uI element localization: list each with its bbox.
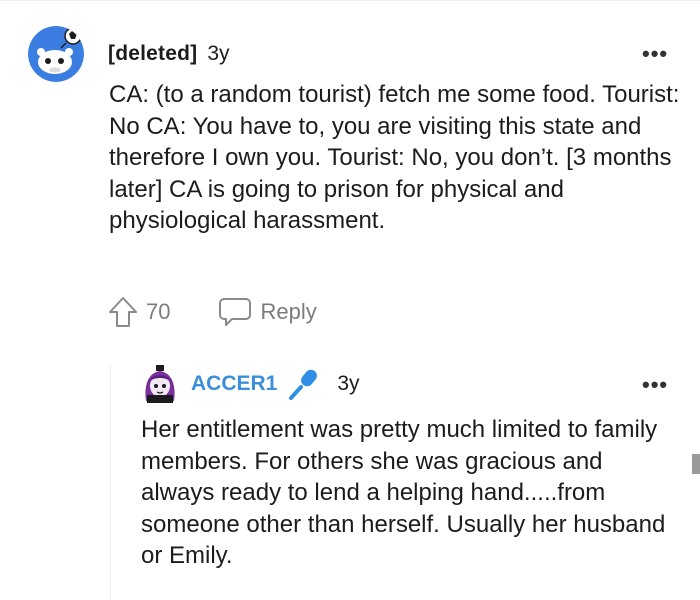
upvote-count: 70	[146, 299, 171, 324]
comment-author[interactable]: [deleted]	[108, 42, 197, 66]
snoo-avatar-icon[interactable]	[28, 26, 84, 82]
comment-thread: [deleted] 3y ••• CA: (to a random touris…	[0, 0, 700, 600]
comment-actions: 70 Reply	[108, 296, 317, 328]
reply-author[interactable]: ACCER1	[191, 372, 277, 396]
microphone-icon	[289, 369, 318, 400]
comment-body: CA: (to a random tourist) fetch me some …	[109, 81, 680, 234]
reply-age: 3y	[337, 372, 360, 395]
comment-age: 3y	[207, 42, 230, 65]
reply-more-options-button[interactable]: •••	[642, 374, 668, 396]
upvote-arrow-icon	[109, 297, 137, 327]
reply-button[interactable]: Reply	[218, 297, 317, 327]
comment-header: [deleted] 3y	[28, 26, 230, 82]
comment-more-options-button[interactable]: •••	[642, 43, 668, 65]
chat-bubble-icon	[219, 298, 252, 326]
purple-hair-avatar-icon[interactable]	[141, 365, 179, 403]
scrollbar-thumb[interactable]	[692, 454, 700, 474]
upvote-button[interactable]: 70	[108, 296, 170, 328]
reply-header: ACCER1 3y	[141, 365, 360, 403]
reply-body: Her entitlement was pretty much limited …	[141, 416, 666, 569]
reply-label: Reply	[260, 299, 317, 324]
thread-line[interactable]	[110, 363, 111, 600]
